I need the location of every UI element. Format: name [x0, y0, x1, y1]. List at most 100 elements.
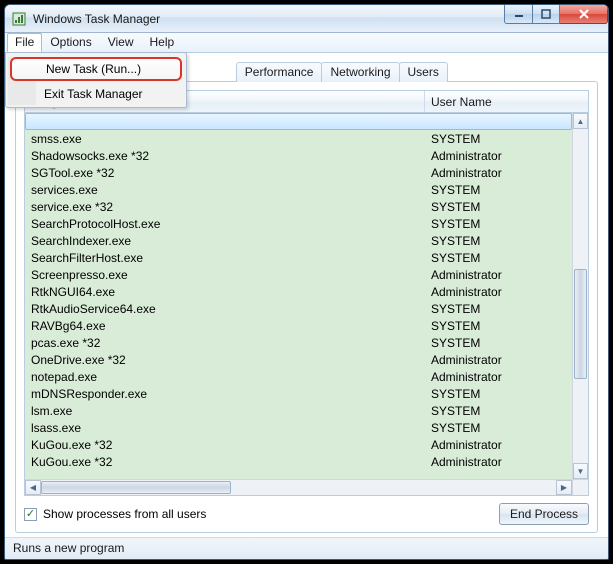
minimize-button[interactable]	[504, 5, 533, 24]
cell-image-name: notepad.exe	[25, 370, 425, 384]
cell-image-name: SearchIndexer.exe	[25, 234, 425, 248]
table-row[interactable]: service.exe *32SYSTEM	[25, 198, 572, 215]
hscroll-track[interactable]	[41, 480, 556, 495]
table-row[interactable]: pcas.exe *32SYSTEM	[25, 334, 572, 351]
cell-user-name: SYSTEM	[425, 336, 480, 350]
cell-user-name: SYSTEM	[425, 183, 480, 197]
tab-users[interactable]: Users	[399, 62, 448, 82]
checkbox-icon: ✓	[24, 508, 37, 521]
maximize-button[interactable]	[533, 5, 560, 24]
cell-user-name: Administrator	[425, 370, 502, 384]
cell-user-name: SYSTEM	[425, 302, 480, 316]
checkbox-label: Show processes from all users	[43, 507, 206, 521]
table-row[interactable]: lsm.exeSYSTEM	[25, 402, 572, 419]
scroll-thumb[interactable]	[574, 269, 587, 379]
cell-image-name: SearchFilterHost.exe	[25, 251, 425, 265]
menu-help[interactable]: Help	[142, 33, 183, 52]
table-row[interactable]: RtkAudioService64.exeSYSTEM	[25, 300, 572, 317]
app-icon	[11, 11, 27, 27]
file-menu-dropdown: New Task (Run...) Exit Task Manager	[5, 52, 187, 108]
cell-user-name: SYSTEM	[425, 251, 480, 265]
scroll-corner	[572, 479, 588, 495]
titlebar[interactable]: Windows Task Manager	[5, 5, 608, 33]
cell-image-name: smss.exe	[25, 132, 425, 146]
listview-body: smss.exeSYSTEMShadowsocks.exe *32Adminis…	[25, 113, 588, 479]
cell-image-name: lsass.exe	[25, 421, 425, 435]
cell-user-name: Administrator	[425, 285, 502, 299]
cell-user-name: Administrator	[425, 353, 502, 367]
menu-item-exit[interactable]: Exit Task Manager	[8, 83, 184, 105]
scroll-down-button[interactable]: ▼	[573, 463, 588, 479]
table-row[interactable]: RtkNGUI64.exeAdministrator	[25, 283, 572, 300]
table-row[interactable]: RAVBg64.exeSYSTEM	[25, 317, 572, 334]
client-area: New Task (Run...) Exit Task Manager Appl…	[5, 53, 608, 537]
table-row[interactable]: SearchIndexer.exeSYSTEM	[25, 232, 572, 249]
cell-user-name: Administrator	[425, 438, 502, 452]
table-row[interactable]: SearchProtocolHost.exeSYSTEM	[25, 215, 572, 232]
end-process-button[interactable]: End Process	[499, 503, 589, 525]
cell-image-name: mDNSResponder.exe	[25, 387, 425, 401]
cell-image-name: RtkNGUI64.exe	[25, 285, 425, 299]
horizontal-scrollbar[interactable]: ◀ ▶	[25, 479, 572, 495]
table-row[interactable]: mDNSResponder.exeSYSTEM	[25, 385, 572, 402]
hscroll-thumb[interactable]	[41, 481, 231, 494]
tab-performance[interactable]: Performance	[236, 62, 323, 82]
cell-image-name: Screenpresso.exe	[25, 268, 425, 282]
table-row[interactable]: KuGou.exe *32Administrator	[25, 436, 572, 453]
column-user-name[interactable]: User Name	[425, 95, 588, 109]
table-row[interactable]: KuGou.exe *32Administrator	[25, 453, 572, 470]
cell-user-name: SYSTEM	[425, 200, 480, 214]
cell-user-name: SYSTEM	[425, 234, 480, 248]
cell-user-name: SYSTEM	[425, 421, 480, 435]
tab-panel: Applications Processes Services Performa…	[15, 81, 598, 533]
cell-image-name: RtkAudioService64.exe	[25, 302, 425, 316]
cell-image-name: KuGou.exe *32	[25, 455, 425, 469]
table-row[interactable]: services.exeSYSTEM	[25, 181, 572, 198]
cell-user-name: SYSTEM	[425, 387, 480, 401]
menu-file[interactable]: File	[7, 33, 42, 52]
table-row[interactable]	[25, 113, 572, 130]
cell-image-name: KuGou.exe *32	[25, 438, 425, 452]
menu-item-new-task[interactable]: New Task (Run...)	[10, 57, 182, 81]
table-row[interactable]: OneDrive.exe *32Administrator	[25, 351, 572, 368]
cell-image-name: services.exe	[25, 183, 425, 197]
window-controls	[504, 5, 608, 25]
table-row[interactable]: smss.exeSYSTEM	[25, 130, 572, 147]
cell-image-name: service.exe *32	[25, 200, 425, 214]
tab-networking[interactable]: Networking	[321, 62, 399, 82]
scroll-right-button[interactable]: ▶	[556, 480, 572, 495]
cell-user-name: Administrator	[425, 455, 502, 469]
cell-image-name: OneDrive.exe *32	[25, 353, 425, 367]
cell-user-name: Administrator	[425, 149, 502, 163]
process-listview[interactable]: Image Name ▼ User Name smss.exeSYSTEMSha…	[24, 90, 589, 496]
cell-image-name: SGTool.exe *32	[25, 166, 425, 180]
cell-user-name: SYSTEM	[425, 132, 480, 146]
menu-view[interactable]: View	[100, 33, 142, 52]
task-manager-window: Windows Task Manager File Options View H…	[4, 4, 609, 560]
table-row[interactable]: SearchFilterHost.exeSYSTEM	[25, 249, 572, 266]
cell-image-name: RAVBg64.exe	[25, 319, 425, 333]
table-row[interactable]: Shadowsocks.exe *32Administrator	[25, 147, 572, 164]
menu-item-label: New Task (Run...)	[46, 62, 141, 76]
table-row[interactable]: Screenpresso.exeAdministrator	[25, 266, 572, 283]
cell-user-name: Administrator	[425, 268, 502, 282]
cell-image-name: lsm.exe	[25, 404, 425, 418]
panel-footer: ✓ Show processes from all users End Proc…	[24, 496, 589, 526]
window-title: Windows Task Manager	[33, 12, 160, 26]
table-row[interactable]: lsass.exeSYSTEM	[25, 419, 572, 436]
cell-image-name: pcas.exe *32	[25, 336, 425, 350]
scroll-up-button[interactable]: ▲	[573, 113, 588, 129]
menu-item-label: Exit Task Manager	[44, 87, 143, 101]
menu-options[interactable]: Options	[42, 33, 99, 52]
cell-user-name: SYSTEM	[425, 319, 480, 333]
processes-panel: Image Name ▼ User Name smss.exeSYSTEMSha…	[16, 82, 597, 532]
table-row[interactable]: SGTool.exe *32Administrator	[25, 164, 572, 181]
table-row[interactable]: notepad.exeAdministrator	[25, 368, 572, 385]
scroll-left-button[interactable]: ◀	[25, 480, 41, 495]
show-all-users-checkbox[interactable]: ✓ Show processes from all users	[24, 507, 206, 521]
scroll-track[interactable]	[573, 129, 588, 463]
close-button[interactable]	[560, 5, 608, 24]
button-label: End Process	[510, 507, 578, 521]
statusbar: Runs a new program	[5, 537, 608, 559]
vertical-scrollbar[interactable]: ▲ ▼	[572, 113, 588, 479]
